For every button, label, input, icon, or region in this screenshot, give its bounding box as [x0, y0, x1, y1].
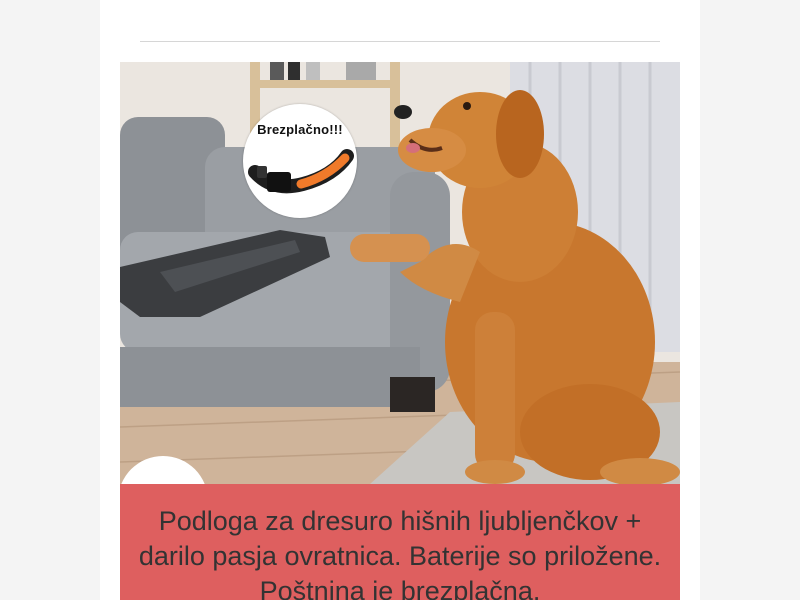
divider: [140, 41, 660, 42]
product-image[interactable]: Brezplačno!!!: [120, 62, 680, 484]
product-photo-illustration: [120, 62, 680, 484]
free-gift-badge: Brezplačno!!!: [243, 104, 357, 218]
product-description: Podloga za dresuro hišnih ljubljenčkov +…: [120, 484, 680, 600]
dog-collar-icon: [248, 149, 354, 194]
email-content: Brezplačno!!! Podloga za dresuro hišnih …: [100, 0, 700, 600]
